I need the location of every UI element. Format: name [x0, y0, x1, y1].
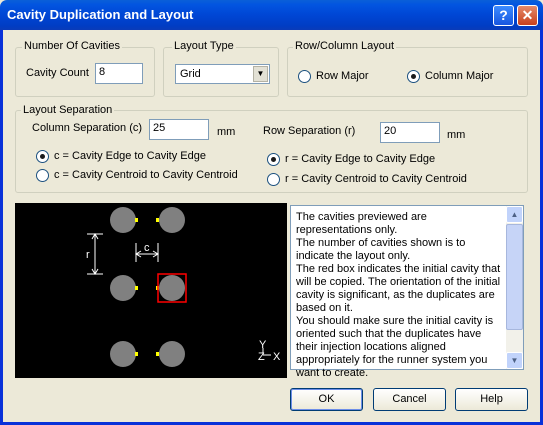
info-text: The cavities previewed are representatio…	[296, 211, 501, 380]
cancel-button[interactable]: Cancel	[373, 388, 446, 411]
c-centroid-label[interactable]: c = Cavity Centroid to Cavity Centroid	[54, 169, 238, 181]
cavity	[159, 341, 185, 367]
gate-marker	[156, 352, 159, 356]
info-paragraph: The number of cavities shown is to indic…	[296, 237, 466, 262]
ok-button[interactable]: OK	[290, 388, 363, 411]
cavity-grid	[110, 207, 187, 367]
cavity	[110, 275, 136, 301]
row-column-layout-label: Row/Column Layout	[293, 40, 397, 52]
cavity-count-label: Cavity Count	[26, 67, 89, 79]
axis-y-label: Y	[259, 339, 267, 351]
cavity	[159, 207, 185, 233]
row-separation-label: Row Separation (r)	[263, 125, 356, 137]
row-separation-input[interactable]: 20	[380, 122, 440, 143]
column-separation-input[interactable]: 25	[149, 119, 209, 140]
layout-type-value: Grid	[180, 68, 201, 80]
r-edge-radio[interactable]	[267, 153, 280, 166]
info-scrollbar[interactable]: ▲ ▼	[506, 206, 523, 369]
window-frame-left	[0, 30, 3, 425]
layout-type-select[interactable]: Grid ▼	[175, 64, 270, 84]
gate-marker	[156, 218, 159, 222]
window-title: Cavity Duplication and Layout	[7, 7, 194, 22]
scroll-thumb[interactable]	[506, 224, 523, 330]
info-paragraph: The cavities previewed are representatio…	[296, 211, 427, 236]
axis-z-label: Z	[258, 351, 265, 363]
gate-marker	[135, 286, 138, 290]
scroll-down-icon[interactable]: ▼	[506, 352, 523, 369]
scroll-up-icon[interactable]: ▲	[506, 206, 523, 223]
r-centroid-radio[interactable]	[267, 173, 280, 186]
layout-separation-label: Layout Separation	[21, 104, 115, 116]
c-centroid-radio[interactable]	[36, 169, 49, 182]
cavity	[159, 275, 185, 301]
row-major-label[interactable]: Row Major	[316, 70, 369, 82]
close-icon[interactable]: ✕	[517, 5, 538, 26]
layout-type-label: Layout Type	[172, 40, 236, 52]
column-separation-unit: mm	[217, 126, 236, 138]
column-major-radio[interactable]	[407, 70, 420, 83]
info-textbox[interactable]: The cavities previewed are representatio…	[290, 205, 524, 379]
cavity-count-input[interactable]: 8	[95, 63, 143, 84]
number-of-cavities-label: Number Of Cavities	[22, 40, 122, 52]
preview-canvas: r c Y Z X	[86, 207, 281, 367]
r-dimension-label: r	[86, 249, 90, 261]
r-edge-label[interactable]: r = Cavity Edge to Cavity Edge	[285, 153, 435, 165]
c-edge-radio[interactable]	[36, 150, 49, 163]
gate-marker	[135, 218, 138, 222]
help-button[interactable]: Help	[455, 388, 528, 411]
info-paragraph: You should make sure the initial cavity …	[296, 315, 494, 379]
axis-triad-icon: Y Z X	[258, 339, 281, 363]
c-edge-label[interactable]: c = Cavity Edge to Cavity Edge	[54, 150, 206, 162]
layout-preview: r c Y Z X	[15, 203, 287, 378]
gate-marker	[135, 352, 138, 356]
cavity	[110, 207, 136, 233]
row-major-radio[interactable]	[298, 70, 311, 83]
column-separation-label: Column Separation (c)	[32, 122, 143, 134]
row-separation-unit: mm	[447, 129, 466, 141]
chevron-down-icon[interactable]: ▼	[253, 66, 268, 82]
title-bar: Cavity Duplication and Layout ? ✕	[0, 0, 543, 30]
c-dimension-label: c	[144, 242, 150, 254]
cavity	[110, 341, 136, 367]
help-icon[interactable]: ?	[493, 5, 514, 26]
column-major-label[interactable]: Column Major	[425, 70, 493, 82]
r-centroid-label[interactable]: r = Cavity Centroid to Cavity Centroid	[285, 173, 467, 185]
info-paragraph: The red box indicates the initial cavity…	[296, 263, 501, 314]
axis-x-label: X	[273, 351, 281, 363]
